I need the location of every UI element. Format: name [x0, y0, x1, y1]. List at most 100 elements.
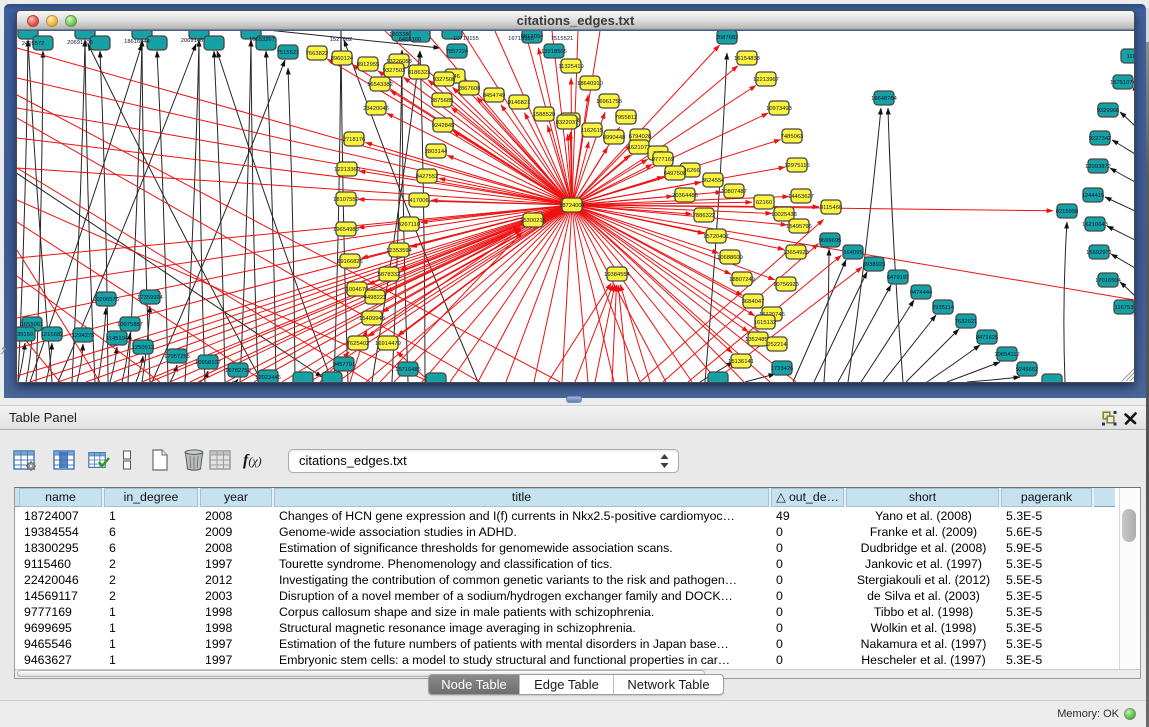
svg-text:10654112: 10654112 — [994, 352, 1019, 358]
svg-text:16914479: 16914479 — [375, 341, 401, 347]
svg-text:8215958: 8215958 — [1056, 209, 1079, 215]
svg-text:9115460: 9115460 — [820, 205, 842, 211]
svg-text:8960124: 8960124 — [331, 56, 354, 62]
svg-text:1244415: 1244415 — [1082, 193, 1105, 199]
svg-text:17957255: 17957255 — [164, 354, 190, 360]
svg-text:2935114: 2935114 — [932, 305, 955, 311]
svg-text:6497508: 6497508 — [664, 171, 687, 177]
svg-text:7663822: 7663822 — [306, 51, 329, 57]
svg-text:1621072: 1621072 — [628, 145, 651, 151]
svg-text:15495796: 15495796 — [786, 224, 812, 230]
svg-text:15409948: 15409948 — [359, 316, 385, 322]
svg-text:2069146: 2069146 — [181, 38, 204, 44]
svg-text:16154838: 16154838 — [734, 56, 760, 62]
svg-text:12093872: 12093872 — [1085, 164, 1111, 170]
svg-text:19166825: 19166825 — [337, 259, 363, 265]
svg-text:2803144: 2803144 — [425, 149, 448, 155]
svg-text:1615132: 1615132 — [754, 320, 777, 326]
svg-text:10719155: 10719155 — [453, 36, 479, 42]
svg-text:16782759: 16782759 — [225, 368, 251, 374]
svg-text:18640910: 18640910 — [577, 81, 603, 87]
svg-text:2087682: 2087682 — [716, 35, 739, 41]
svg-text:9457791: 9457791 — [333, 362, 356, 368]
svg-text:417006: 417006 — [409, 198, 428, 204]
svg-text:9699695: 9699695 — [819, 238, 842, 244]
svg-text:8427552: 8427552 — [416, 174, 439, 180]
svg-text:10807487: 10807487 — [721, 189, 747, 195]
svg-text:2405572: 2405572 — [22, 41, 45, 47]
svg-text:18724007: 18724007 — [559, 203, 585, 209]
svg-text:15692971: 15692971 — [1086, 250, 1112, 256]
svg-text:16648784: 16648784 — [871, 96, 898, 102]
svg-text:9474444: 9474444 — [910, 290, 933, 296]
svg-text:20206576: 20206576 — [93, 297, 119, 303]
svg-text:8454749: 8454749 — [483, 93, 506, 99]
svg-text:2867608: 2867608 — [458, 86, 481, 92]
svg-text:6466160: 6466160 — [399, 37, 422, 43]
svg-text:10653267: 10653267 — [249, 37, 275, 43]
svg-text:17016504: 17016504 — [1095, 278, 1122, 284]
svg-text:1588520: 1588520 — [533, 112, 556, 118]
svg-text:111: 111 — [1127, 54, 1135, 60]
svg-text:9777169: 9777169 — [652, 157, 675, 163]
svg-text:18107552: 18107552 — [333, 197, 359, 203]
svg-text:10975887: 10975887 — [117, 322, 143, 328]
svg-text:7632621: 7632621 — [955, 319, 978, 325]
svg-text:8186323: 8186323 — [408, 70, 431, 76]
svg-text:8322037: 8322037 — [556, 120, 579, 126]
svg-text:9245652: 9245652 — [1016, 367, 1039, 373]
svg-text:7955812: 7955812 — [615, 115, 638, 121]
svg-text:8938923: 8938923 — [863, 262, 886, 268]
svg-text:8471626: 8471626 — [976, 335, 999, 341]
svg-text:9227342: 9227342 — [1089, 136, 1112, 142]
svg-text:15716485: 15716485 — [395, 367, 421, 373]
svg-text:252214: 252214 — [767, 342, 787, 348]
svg-text:6479197: 6479197 — [887, 275, 910, 281]
svg-text:19384554: 19384554 — [604, 272, 631, 278]
svg-text:1215682: 1215682 — [41, 332, 64, 338]
svg-text:16713565: 16713565 — [508, 36, 534, 42]
svg-text:15720407: 15720407 — [703, 234, 729, 240]
svg-text:5878332: 5878332 — [378, 272, 401, 278]
svg-text:1294275: 1294275 — [72, 333, 95, 339]
svg-text:7515521: 7515521 — [551, 36, 574, 42]
svg-text:9146821: 9146821 — [508, 100, 531, 106]
svg-text:20364486: 20364486 — [672, 193, 698, 199]
svg-text:12353594: 12353594 — [386, 248, 413, 254]
svg-text:1162615: 1162615 — [581, 128, 603, 134]
svg-text:10756923: 10756923 — [773, 282, 799, 288]
svg-text:8990448: 8990448 — [603, 135, 626, 141]
svg-text:3684047: 3684047 — [742, 299, 765, 305]
svg-text:19654983: 19654983 — [333, 227, 359, 233]
svg-text:13654923: 13654923 — [783, 250, 809, 256]
svg-text:15751074: 15751074 — [1110, 80, 1135, 86]
svg-text:13218506: 13218506 — [541, 49, 567, 55]
svg-text:20691406: 20691406 — [67, 40, 93, 46]
svg-text:7515521: 7515521 — [277, 50, 300, 56]
svg-text:8912955: 8912955 — [357, 62, 380, 68]
svg-text:2718176: 2718176 — [343, 137, 366, 143]
svg-text:10958107: 10958107 — [195, 360, 221, 366]
svg-text:14463627: 14463627 — [788, 194, 814, 200]
svg-text:7886322: 7886322 — [693, 213, 716, 219]
svg-text:3624554: 3624554 — [702, 178, 725, 184]
svg-text:9327508: 9327508 — [433, 77, 456, 83]
svg-text:10973493: 10973493 — [766, 106, 792, 112]
svg-text:39159: 39159 — [17, 332, 33, 338]
svg-text:17359924: 17359924 — [137, 295, 164, 301]
svg-text:7485063: 7485063 — [781, 134, 804, 140]
svg-text:1250513: 1250513 — [132, 345, 155, 351]
svg-text:10025438: 10025438 — [771, 212, 797, 218]
svg-text:6794028: 6794028 — [629, 134, 652, 140]
svg-text:4498222: 4498222 — [364, 295, 387, 301]
svg-text:9329966: 9329966 — [1097, 108, 1120, 114]
svg-text:10688609: 10688609 — [717, 255, 743, 261]
svg-text:16543382: 16543382 — [367, 82, 393, 88]
svg-text:23420046: 23420046 — [363, 106, 389, 112]
svg-text:16961758: 16961758 — [596, 99, 622, 105]
svg-text:12975115: 12975115 — [784, 163, 809, 169]
svg-text:8267110: 8267110 — [398, 222, 420, 228]
svg-text:164095: 164095 — [843, 250, 862, 256]
svg-text:7625402: 7625402 — [347, 341, 370, 347]
svg-text:12213967: 12213967 — [753, 77, 779, 83]
